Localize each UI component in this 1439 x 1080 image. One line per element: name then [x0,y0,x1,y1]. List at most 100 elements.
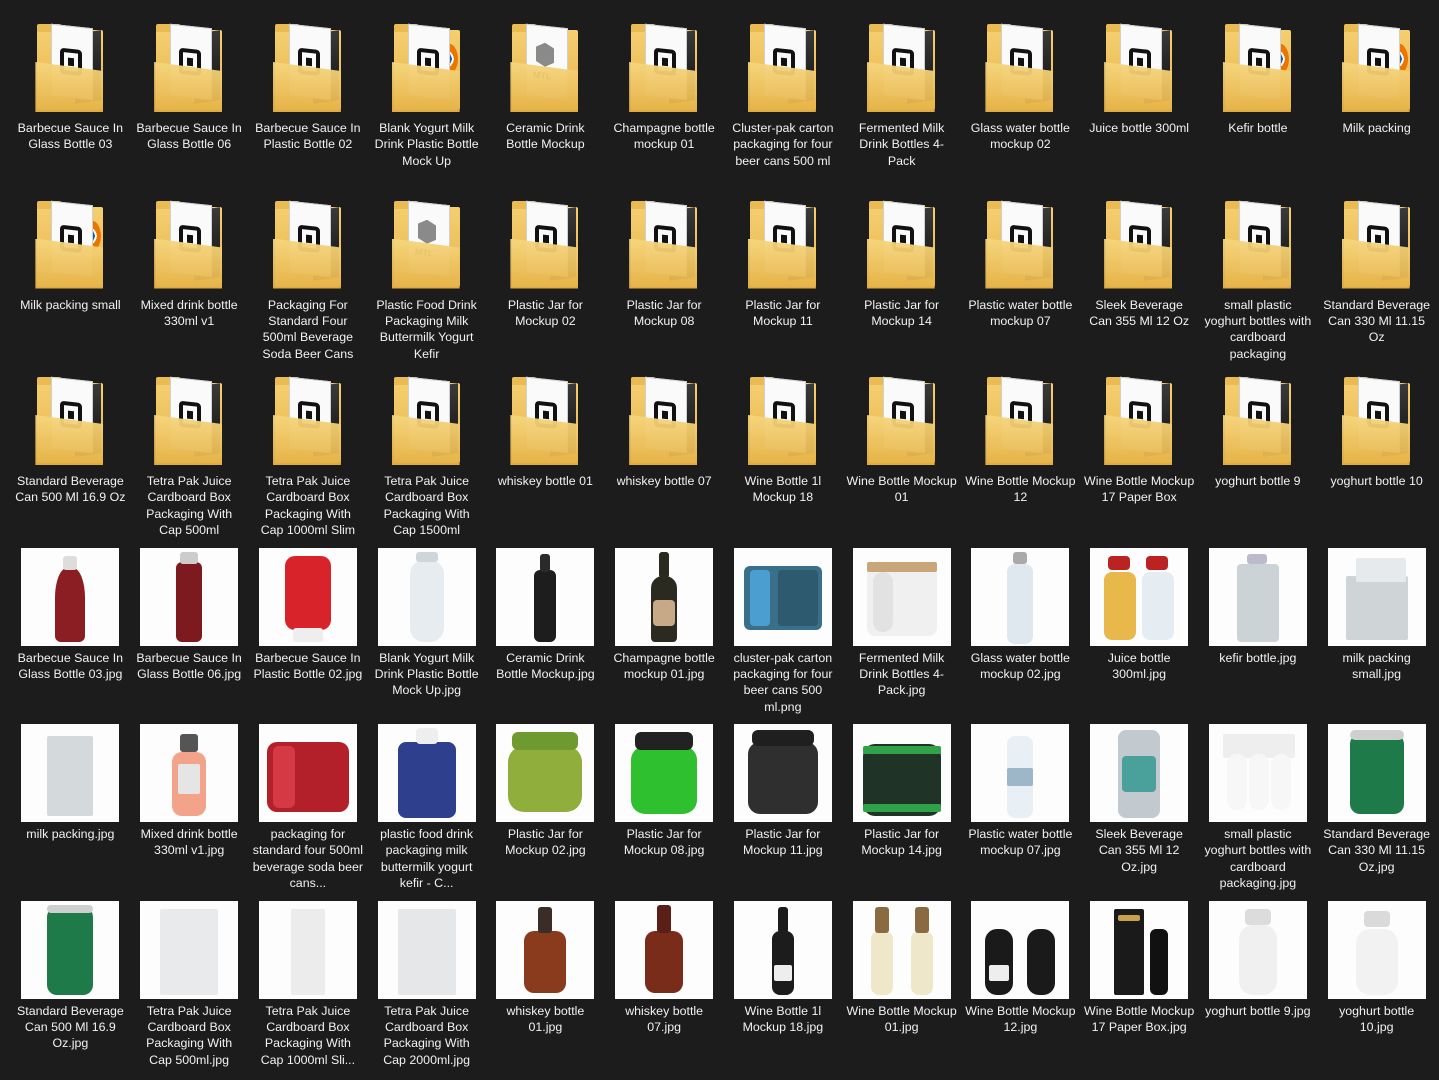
folder-item[interactable]: Tetra Pak Juice Cardboard Box Packaging … [367,371,486,548]
folder-item[interactable]: Plastic Jar for Mockup 11 [724,195,843,372]
file-item[interactable]: Champagne bottle mockup 01.jpg [605,547,724,725]
file-item[interactable]: Glass water bottle mockup 02.jpg [961,547,1080,725]
file-item[interactable]: milk packing small.jpg [1317,547,1436,725]
item-label: Ceramic Drink Bottle Mockup.jpg [496,650,595,681]
folder-item[interactable]: whiskey bottle 07 [605,371,724,548]
item-label: Plastic Jar for Mockup 14 [864,297,940,328]
file-item[interactable]: packaging for standard four 500ml bevera… [249,724,368,901]
file-item[interactable]: Standard Beverage Can 330 Ml 11.15 Oz.jp… [1317,724,1436,901]
folder-item[interactable]: whiskey bottle 01 [486,371,605,548]
file-item[interactable]: Plastic Jar for Mockup 14.jpg [842,724,961,901]
folder-item[interactable]: Blank Yogurt Milk Drink Plastic Bottle M… [367,18,486,195]
folder-item[interactable]: Barbecue Sauce In Glass Bottle 03 [11,18,130,195]
item-label: Plastic Jar for Mockup 11.jpg [743,827,823,858]
image-thumbnail [496,900,595,999]
folder-icon [1328,371,1426,469]
image-thumbnail [258,547,357,646]
file-item[interactable]: yoghurt bottle 10.jpg [1317,900,1436,1078]
folder-item[interactable]: Sleek Beverage Can 355 Ml 12 Oz [1080,195,1199,372]
file-item[interactable]: Ceramic Drink Bottle Mockup.jpg [486,547,605,725]
folder-item[interactable]: Plastic Jar for Mockup 02 [486,195,605,372]
folder-icon [21,195,119,293]
file-item[interactable]: kefir bottle.jpg [1199,547,1318,725]
file-item[interactable]: Juice bottle 300ml.jpg [1080,547,1199,725]
folder-item[interactable]: Wine Bottle 1l Mockup 18 [724,371,843,548]
folder-icon [1328,18,1426,116]
folder-item[interactable]: Barbecue Sauce In Glass Bottle 06 [130,18,249,195]
folder-item[interactable]: Tetra Pak Juice Cardboard Box Packaging … [249,371,368,548]
file-item[interactable]: Plastic water bottle mockup 07.jpg [961,724,1080,901]
folder-item[interactable]: Barbecue Sauce In Plastic Bottle 02 [249,18,368,195]
folder-item[interactable]: Juice bottle 300ml [1080,18,1199,195]
folder-icon [1090,371,1188,469]
file-item[interactable]: milk packing.jpg [11,724,130,901]
file-item[interactable]: Wine Bottle Mockup 01.jpg [842,900,961,1078]
file-item[interactable]: Blank Yogurt Milk Drink Plastic Bottle M… [367,547,486,725]
file-item[interactable]: Tetra Pak Juice Cardboard Box Packaging … [249,900,368,1078]
item-label: yoghurt bottle 9 [1215,474,1301,488]
folder-item[interactable]: Standard Beverage Can 330 Ml 11.15 Oz [1317,195,1436,372]
file-item[interactable]: plastic food drink packaging milk butter… [367,724,486,901]
file-item[interactable]: Barbecue Sauce In Glass Bottle 03.jpg [11,547,130,725]
file-item[interactable]: Barbecue Sauce In Plastic Bottle 02.jpg [249,547,368,725]
image-thumbnail [1090,900,1189,999]
item-label: Milk packing small [20,297,121,312]
folder-item[interactable]: Cluster-pak carton packaging for four be… [724,18,843,195]
folder-item[interactable]: MTL Ceramic Drink Bottle Mockup [486,18,605,195]
folder-item[interactable]: Plastic water bottle mockup 07 [961,195,1080,372]
folder-item[interactable]: Standard Beverage Can 500 Ml 16.9 Oz [11,371,130,548]
item-label: Fermented Milk Drink Bottles 4-Pack [858,121,945,168]
file-item[interactable]: Plastic Jar for Mockup 02.jpg [486,724,605,901]
folder-item[interactable]: Kefir bottle [1199,18,1318,195]
file-item[interactable]: Wine Bottle Mockup 12.jpg [961,900,1080,1078]
folder-item[interactable]: Wine Bottle Mockup 12 [961,371,1080,548]
file-item[interactable]: whiskey bottle 07.jpg [605,900,724,1078]
folder-icon [1090,18,1188,116]
folder-item[interactable]: Wine Bottle Mockup 01 [842,371,961,548]
image-thumbnail [258,724,357,822]
file-item[interactable]: Wine Bottle 1l Mockup 18.jpg [724,900,843,1078]
folder-item[interactable]: Milk packing small [11,195,130,372]
folder-item[interactable]: Champagne bottle mockup 01 [605,18,724,195]
file-item[interactable]: yoghurt bottle 9.jpg [1199,900,1318,1078]
folder-item[interactable]: Milk packing [1317,18,1436,195]
file-item[interactable]: Plastic Jar for Mockup 08.jpg [605,724,724,901]
file-item[interactable]: Wine Bottle Mockup 17 Paper Box.jpg [1080,900,1199,1078]
file-item[interactable]: Tetra Pak Juice Cardboard Box Packaging … [367,900,486,1078]
item-label: Plastic Jar for Mockup 02.jpg [505,827,586,858]
image-thumbnail [496,724,595,822]
folder-item[interactable]: Plastic Jar for Mockup 08 [605,195,724,372]
folder-item[interactable]: Packaging For Standard Four 500ml Bevera… [249,195,368,372]
file-item[interactable]: Sleek Beverage Can 355 Ml 12 Oz.jpg [1080,724,1199,901]
file-item[interactable]: small plastic yoghurt bottles with cardb… [1199,724,1318,901]
folder-item[interactable]: small plastic yoghurt bottles with cardb… [1199,195,1318,372]
folder-item[interactable]: Mixed drink bottle 330ml v1 [130,195,249,372]
folder-item[interactable]: Tetra Pak Juice Cardboard Box Packaging … [130,371,249,548]
file-item[interactable]: Barbecue Sauce In Glass Bottle 06.jpg [130,547,249,725]
file-item[interactable]: Plastic Jar for Mockup 11.jpg [724,724,843,901]
folder-item[interactable]: yoghurt bottle 9 [1199,371,1318,548]
item-label: whiskey bottle 07.jpg [625,1003,704,1034]
file-item[interactable]: Tetra Pak Juice Cardboard Box Packaging … [130,900,249,1078]
image-thumbnail [852,900,951,999]
file-item[interactable]: Mixed drink bottle 330ml v1.jpg [130,724,249,901]
item-label: yoghurt bottle 10 [1330,474,1423,488]
item-label: yoghurt bottle 9.jpg [1205,1003,1311,1018]
file-item[interactable]: cluster-pak carton packaging for four be… [724,547,843,725]
folder-item[interactable]: MTLPlastic Food Drink Packaging Milk But… [367,195,486,372]
folder-icon [496,371,594,469]
folder-icon [971,371,1069,469]
image-thumbnail [377,547,476,646]
file-item[interactable]: Fermented Milk Drink Bottles 4-Pack.jpg [842,547,961,725]
folder-item[interactable]: Plastic Jar for Mockup 14 [842,195,961,372]
image-thumbnail [1208,900,1307,999]
file-item[interactable]: Standard Beverage Can 500 Ml 16.9 Oz.jpg [11,900,130,1078]
folder-icon [259,371,357,469]
file-item[interactable]: whiskey bottle 01.jpg [486,900,605,1078]
image-thumbnail [377,900,476,999]
folder-item[interactable]: Fermented Milk Drink Bottles 4-Pack [842,18,961,195]
folder-item[interactable]: Glass water bottle mockup 02 [961,18,1080,195]
folder-item[interactable]: Wine Bottle Mockup 17 Paper Box [1080,371,1199,548]
folder-item[interactable]: yoghurt bottle 10 [1317,371,1436,548]
image-thumbnail [733,547,832,646]
